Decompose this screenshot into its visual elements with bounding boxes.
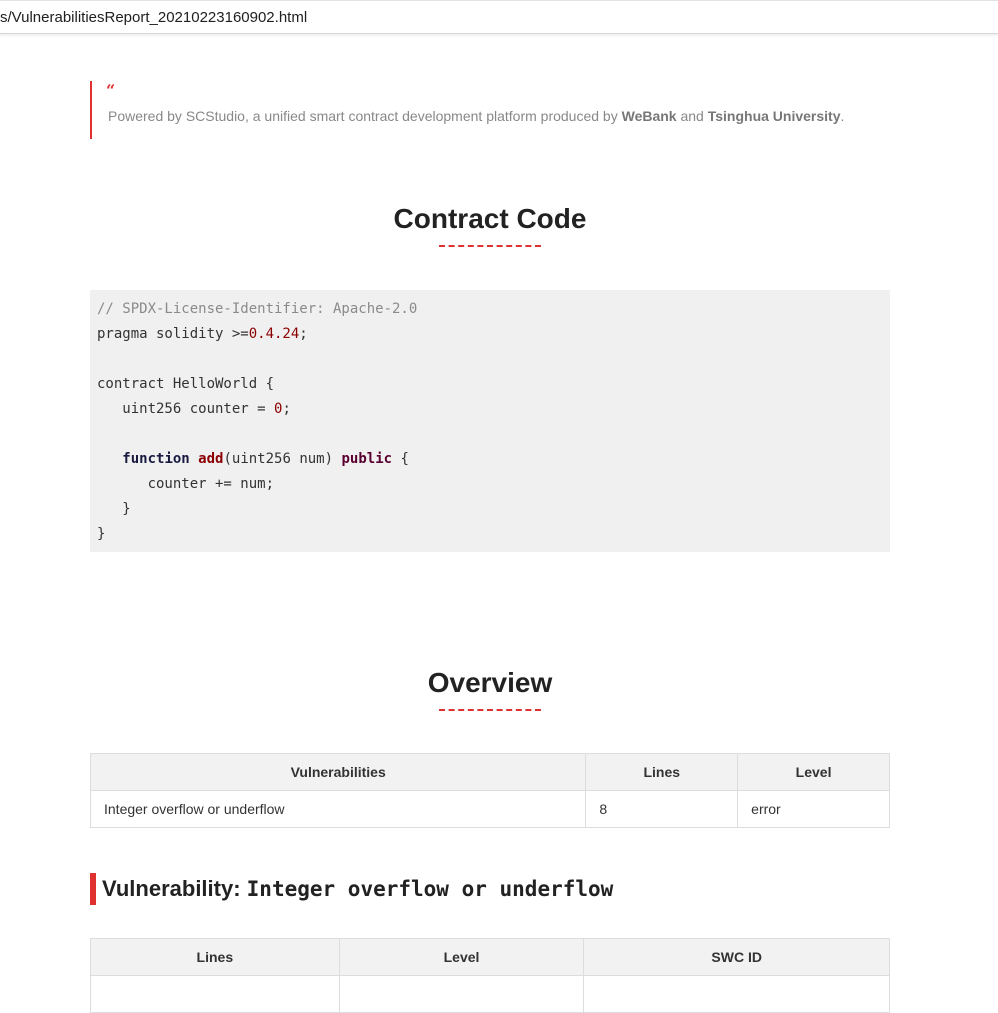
level-cell: error	[737, 790, 890, 828]
table-cell	[90, 975, 340, 1013]
table-header-row: Lines Level SWC ID	[90, 938, 890, 976]
column-header-level: Level	[338, 938, 585, 976]
vulnerability-name-cell: Integer overflow or underflow	[89, 790, 587, 828]
vulnerability-heading-name: Integer overflow or underflow	[246, 877, 614, 901]
code-line-4: contract HelloWorld {	[97, 372, 890, 397]
quote-text-and: and	[676, 108, 708, 124]
code-text: }	[97, 501, 131, 517]
url-text[interactable]: s/VulnerabilitiesReport_20210223160902.h…	[0, 9, 307, 26]
column-header-level: Level	[737, 753, 890, 791]
org-tsinghua: Tsinghua University	[707, 108, 841, 124]
code-text: {	[392, 451, 409, 467]
code-text: ;	[282, 401, 291, 417]
column-header-lines: Lines	[90, 938, 340, 976]
overview-underline	[439, 709, 541, 711]
table-header-row: Vulnerabilities Lines Level	[89, 753, 890, 791]
quote-text-prefix: Powered by SCStudio, a unified smart con…	[108, 108, 622, 124]
table-cell	[583, 975, 890, 1013]
overview-title: Overview	[427, 667, 553, 698]
browser-address-bar[interactable]: s/VulnerabilitiesReport_20210223160902.h…	[0, 0, 998, 34]
report-page: “ Powered by SCStudio, a unified smart c…	[0, 35, 998, 1013]
code-keyword: public	[341, 451, 393, 467]
code-line-8: counter += num;	[97, 472, 890, 497]
column-header-lines: Lines	[585, 753, 739, 791]
code-text: contract HelloWorld {	[97, 376, 275, 392]
code-text: }	[97, 526, 106, 542]
code-text: (uint256 num)	[223, 451, 342, 467]
vulnerability-heading-prefix: Vulnerability:	[102, 876, 247, 901]
contract-code-block: // SPDX-License-Identifier: Apache-2.0 p…	[90, 290, 890, 552]
code-line-2: pragma solidity >=0.4.24;	[97, 322, 890, 347]
code-text: ;	[299, 326, 308, 342]
code-text: counter += num;	[97, 476, 275, 492]
code-keyword: function	[122, 451, 190, 467]
table-cell	[338, 975, 585, 1013]
code-function-name: add	[198, 451, 224, 467]
org-webank: WeBank	[621, 108, 677, 124]
code-line-10: }	[97, 522, 890, 547]
quote-mark-icon: “	[106, 81, 116, 100]
column-header-vulnerabilities: Vulnerabilities	[89, 753, 587, 791]
code-text: pragma solidity >=	[97, 326, 249, 342]
table-row: Integer overflow or underflow 8 error	[89, 790, 890, 828]
code-comment: // SPDX-License-Identifier: Apache-2.0	[97, 301, 418, 317]
contract-code-underline	[439, 245, 541, 247]
vulnerability-detail-table: Lines Level SWC ID	[90, 938, 890, 1013]
quote-text: Powered by SCStudio, a unified smart con…	[108, 108, 844, 124]
quote-text-end: .	[840, 108, 845, 124]
code-line-1: // SPDX-License-Identifier: Apache-2.0	[97, 297, 890, 322]
code-line-5: uint256 counter = 0;	[97, 397, 890, 422]
overview-table: Vulnerabilities Lines Level Integer over…	[89, 753, 890, 828]
vulnerability-heading: Vulnerability: Integer overflow or under…	[90, 873, 613, 905]
code-line-9: }	[97, 497, 890, 522]
code-line-7: function add(uint256 num) public {	[97, 447, 890, 472]
powered-by-quote: “ Powered by SCStudio, a unified smart c…	[90, 81, 872, 139]
contract-code-title: Contract Code	[393, 203, 587, 234]
table-row	[90, 975, 890, 1013]
lines-cell: 8	[585, 790, 739, 828]
column-header-swc-id: SWC ID	[583, 938, 890, 976]
code-text: uint256 counter =	[97, 401, 275, 417]
code-version: 0.4.24	[248, 326, 300, 342]
